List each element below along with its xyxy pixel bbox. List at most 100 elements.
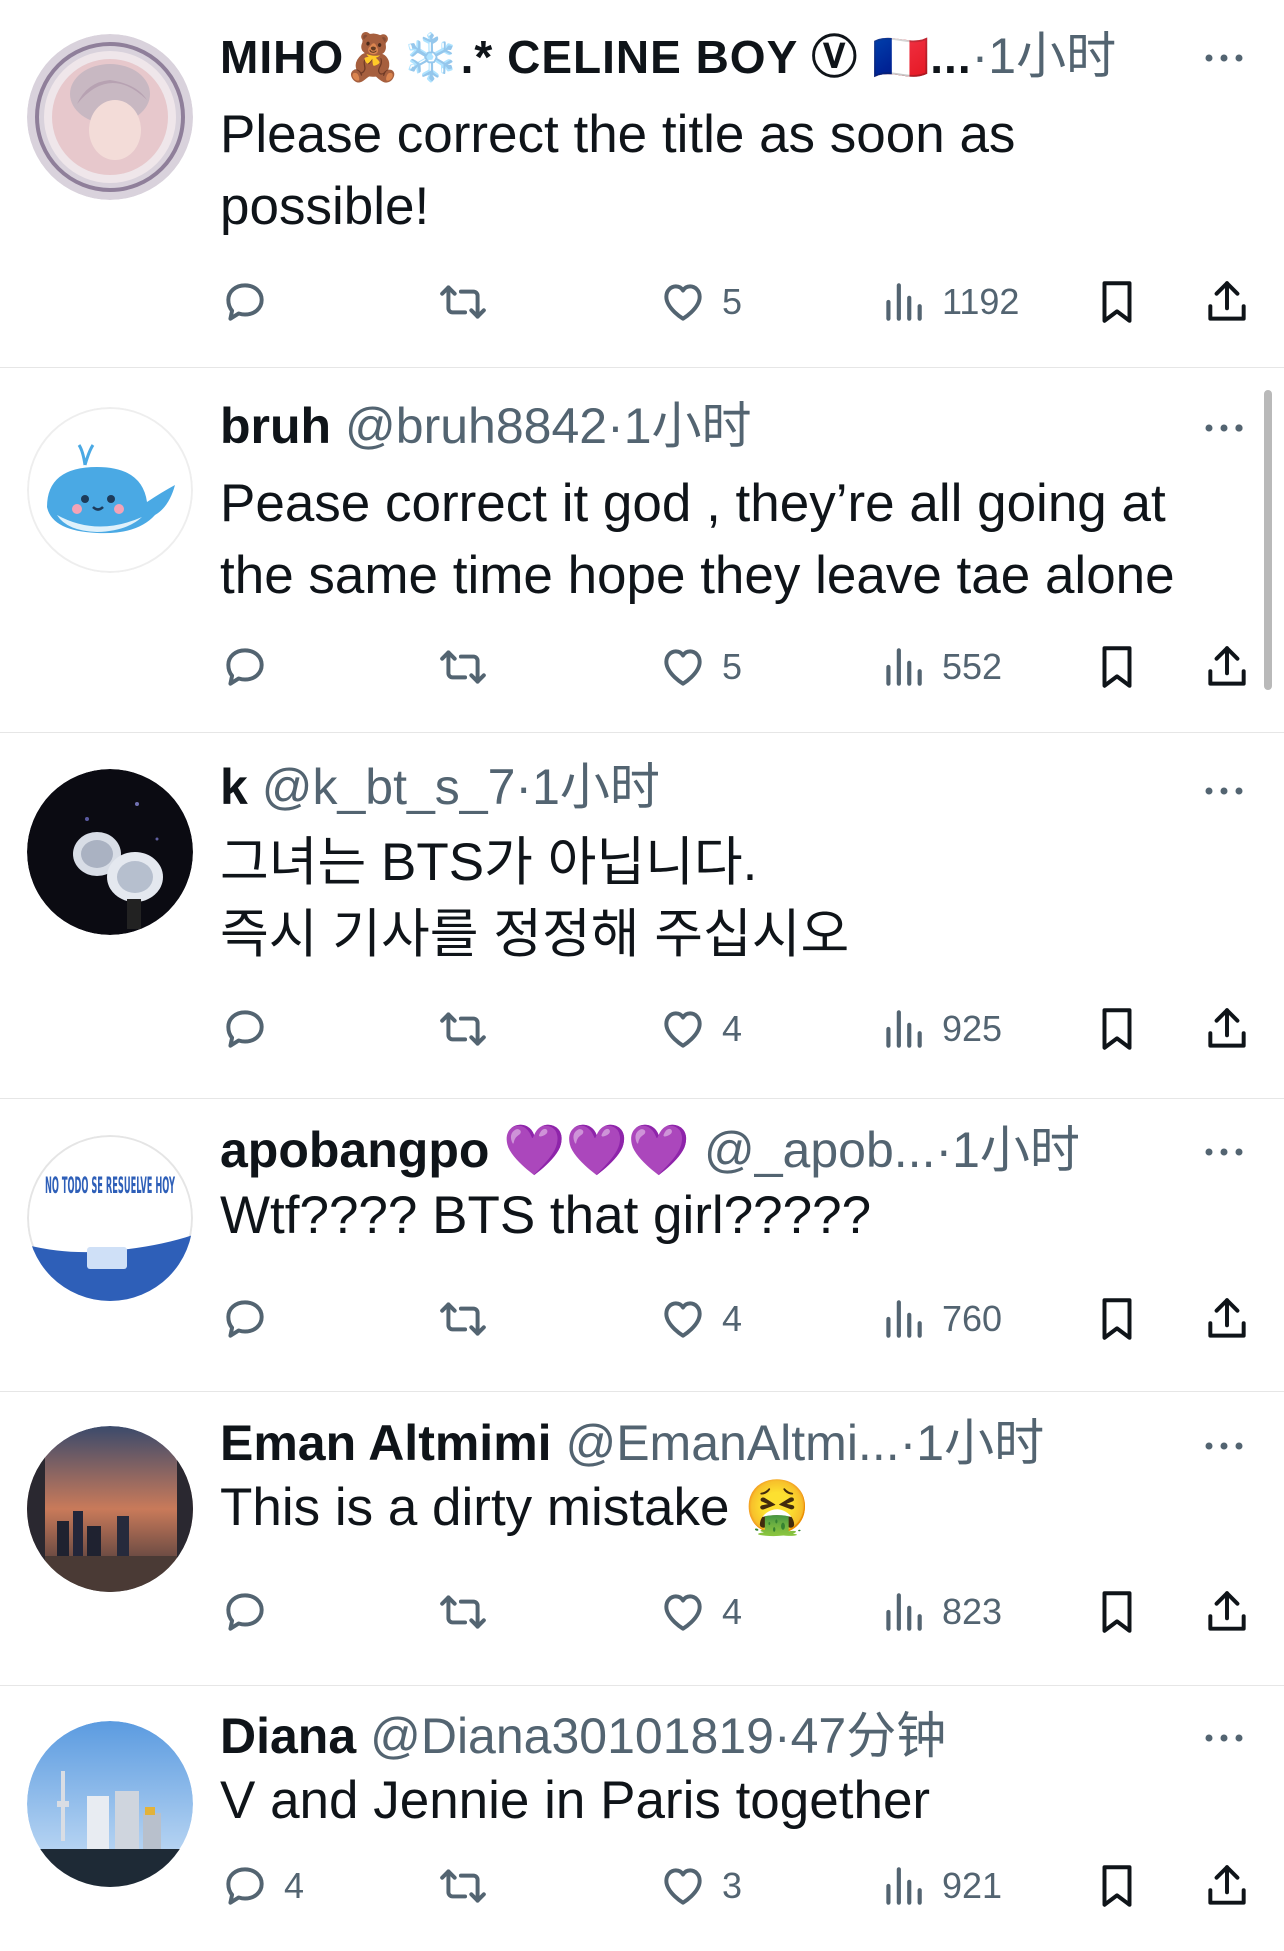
- timestamp[interactable]: 1小时: [988, 28, 1116, 84]
- post-bruh[interactable]: bruh @bruh8842·1小时 Pease correct it god …: [0, 368, 1284, 733]
- retweet-button[interactable]: [438, 1856, 488, 1916]
- avatar[interactable]: [27, 407, 193, 573]
- retweet-button[interactable]: [438, 637, 488, 697]
- bookmark-button[interactable]: [1092, 272, 1142, 332]
- post-header: bruh @bruh8842·1小时: [220, 394, 1189, 458]
- scrollbar[interactable]: [1264, 390, 1272, 690]
- like-count: 3: [722, 1865, 743, 1906]
- post-header: Diana @Diana30101819·47分钟: [220, 1704, 1189, 1768]
- reply-button[interactable]: [220, 272, 284, 332]
- like-count: 4: [722, 1591, 743, 1632]
- handle[interactable]: @Diana30101819: [370, 1708, 774, 1764]
- retweet-button[interactable]: [438, 1582, 488, 1642]
- like-button[interactable]: 3: [658, 1856, 742, 1916]
- timestamp[interactable]: 1小时: [916, 1415, 1044, 1471]
- like-icon: [664, 1868, 702, 1905]
- more-icon[interactable]: [1194, 28, 1254, 88]
- reply-button[interactable]: [220, 999, 284, 1059]
- display-name[interactable]: bruh: [220, 398, 331, 454]
- post-eman[interactable]: Eman Altmimi @EmanAltmi...·1小时 This is a…: [0, 1392, 1284, 1686]
- retweet-icon: [440, 285, 486, 319]
- post-text: Please correct the title as soon as poss…: [220, 105, 1016, 236]
- avatar[interactable]: [27, 769, 193, 935]
- bookmark-button[interactable]: [1092, 1856, 1142, 1916]
- like-button[interactable]: 4: [658, 1289, 742, 1349]
- like-icon: [664, 1594, 702, 1631]
- reply-button[interactable]: 4: [220, 1856, 304, 1916]
- like-button[interactable]: 4: [658, 999, 742, 1059]
- like-button[interactable]: 5: [658, 272, 742, 332]
- share-icon: [1208, 646, 1246, 686]
- reply-icon: [226, 283, 264, 321]
- post-miho[interactable]: MIHO🧸❄️.* CELINE BOY Ⓥ 🇫🇷...·1小时 Please …: [0, 0, 1284, 368]
- bookmark-button[interactable]: [1092, 637, 1142, 697]
- post-apobangpo[interactable]: NO TODO SE RESUELVE HOY apobangpo 💜💜💜 @_…: [0, 1099, 1284, 1392]
- display-name[interactable]: Diana: [220, 1708, 356, 1764]
- handle[interactable]: @_apob...: [704, 1122, 935, 1178]
- bookmark-button[interactable]: [1092, 1582, 1142, 1642]
- more-icon[interactable]: [1194, 1708, 1254, 1768]
- separator: ·: [515, 759, 533, 815]
- view-count: 760: [942, 1298, 1003, 1339]
- views-button[interactable]: 552: [878, 637, 1002, 697]
- post-k[interactable]: k @k_bt_s_7·1小时 그녀는 BTS가 아닙니다. 즉시 기사를 정정…: [0, 733, 1284, 1099]
- avatar[interactable]: [27, 1721, 193, 1887]
- post-text: Wtf???? BTS that girl?????: [220, 1186, 872, 1245]
- share-button[interactable]: [1202, 1289, 1252, 1349]
- share-icon: [1208, 1865, 1246, 1905]
- handle[interactable]: @EmanAltmi...: [565, 1415, 899, 1471]
- share-icon: [1208, 1591, 1246, 1631]
- share-button[interactable]: [1202, 1856, 1252, 1916]
- share-button[interactable]: [1202, 272, 1252, 332]
- views-button[interactable]: 760: [878, 1289, 1002, 1349]
- views-button[interactable]: 921: [878, 1856, 1002, 1916]
- display-name[interactable]: k: [220, 759, 248, 815]
- post-header: apobangpo 💜💜💜 @_apob...·1小时: [220, 1118, 1189, 1182]
- share-icon: [1208, 281, 1246, 321]
- bookmark-button[interactable]: [1092, 1289, 1142, 1349]
- display-name[interactable]: Eman Altmimi: [220, 1415, 552, 1471]
- timestamp[interactable]: 1小时: [624, 398, 752, 454]
- separator: ·: [607, 398, 624, 454]
- bookmark-button[interactable]: [1092, 999, 1142, 1059]
- share-button[interactable]: [1202, 999, 1252, 1059]
- more-icon[interactable]: [1194, 761, 1254, 821]
- retweet-button[interactable]: [438, 1289, 488, 1349]
- more-icon[interactable]: [1194, 1416, 1254, 1476]
- reply-button[interactable]: [220, 1289, 284, 1349]
- views-button[interactable]: 823: [878, 1582, 1002, 1642]
- post-text: This is a dirty mistake 🤮: [220, 1478, 811, 1537]
- views-button[interactable]: 925: [878, 999, 1002, 1059]
- retweet-button[interactable]: [438, 999, 488, 1059]
- more-icon[interactable]: [1194, 398, 1254, 458]
- like-count: 4: [722, 1008, 743, 1049]
- reply-count: 4: [284, 1865, 305, 1906]
- reply-button[interactable]: [220, 1582, 284, 1642]
- timestamp[interactable]: 1小时: [532, 759, 660, 815]
- views-icon: [886, 1593, 922, 1631]
- reply-button[interactable]: [220, 637, 284, 697]
- like-button[interactable]: 4: [658, 1582, 742, 1642]
- handle[interactable]: @bruh8842: [345, 398, 607, 454]
- reply-icon: [226, 1300, 264, 1338]
- display-name[interactable]: MIHO🧸❄️.* CELINE BOY Ⓥ 🇫🇷...: [220, 31, 972, 83]
- share-button[interactable]: [1202, 1582, 1252, 1642]
- retweet-icon: [440, 1012, 486, 1046]
- views-icon: [886, 1867, 922, 1905]
- separator: ·: [935, 1122, 953, 1178]
- share-button[interactable]: [1202, 637, 1252, 697]
- avatar[interactable]: [27, 1426, 193, 1592]
- display-name[interactable]: apobangpo 💜💜💜: [220, 1122, 690, 1178]
- post-diana[interactable]: Diana @Diana30101819·47分钟 V and Jennie i…: [0, 1686, 1284, 1951]
- avatar[interactable]: [27, 34, 193, 200]
- timestamp[interactable]: 1小时: [952, 1122, 1080, 1178]
- retweet-icon: [440, 1302, 486, 1336]
- more-icon[interactable]: [1194, 1122, 1254, 1182]
- retweet-button[interactable]: [438, 272, 488, 332]
- views-button[interactable]: 1192: [878, 272, 1019, 332]
- avatar[interactable]: NO TODO SE RESUELVE HOY: [27, 1135, 193, 1301]
- handle[interactable]: @k_bt_s_7: [262, 759, 516, 815]
- like-button[interactable]: 5: [658, 637, 742, 697]
- timestamp[interactable]: 47分钟: [791, 1708, 947, 1764]
- reply-icon: [226, 648, 264, 686]
